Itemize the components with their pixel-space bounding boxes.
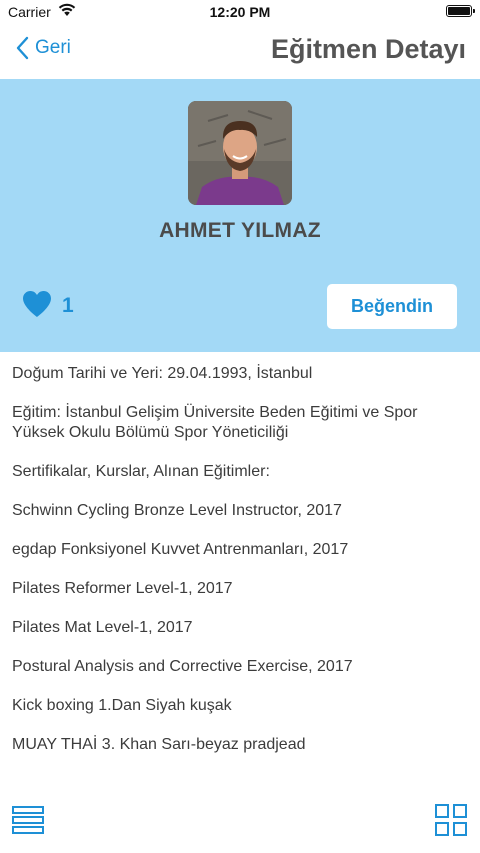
like-button[interactable]: Beğendin bbox=[327, 284, 457, 329]
detail-certificate: MUAY THAİ 3. Khan Sarı-beyaz pradjead bbox=[12, 736, 306, 753]
heart-icon[interactable] bbox=[22, 290, 52, 318]
status-bar: Carrier 12:20 PM bbox=[0, 0, 480, 24]
avatar bbox=[188, 101, 292, 205]
detail-certificate: Pilates Mat Level-1, 2017 bbox=[12, 619, 193, 636]
detail-certificate: Postural Analysis and Corrective Exercis… bbox=[12, 658, 353, 675]
chevron-left-icon bbox=[16, 36, 29, 60]
detail-certificates-heading: Sertifikalar, Kurslar, Alınan Eğitimler: bbox=[12, 463, 270, 480]
bottom-toolbar bbox=[0, 801, 480, 853]
like-count: 1 bbox=[62, 294, 74, 317]
detail-education: Eğitim: İstanbul Gelişim Üniversite Bede… bbox=[12, 404, 418, 441]
profile-header: AHMET YILMAZ 1 Beğendin bbox=[0, 79, 480, 352]
status-time: 12:20 PM bbox=[209, 4, 271, 20]
list-view-icon[interactable] bbox=[12, 805, 44, 835]
navigation-bar: Geri Eğitmen Detayı bbox=[0, 24, 480, 78]
detail-certificate: Schwinn Cycling Bronze Level Instructor,… bbox=[12, 502, 342, 519]
detail-certificate: Kick boxing 1.Dan Siyah kuşak bbox=[12, 697, 232, 714]
back-button[interactable]: Geri bbox=[16, 36, 71, 60]
trainer-name: AHMET YILMAZ bbox=[159, 219, 321, 242]
battery-icon bbox=[446, 5, 475, 17]
back-button-label: Geri bbox=[35, 37, 71, 58]
detail-birth: Doğum Tarihi ve Yeri: 29.04.1993, İstanb… bbox=[12, 365, 313, 382]
detail-certificate: egdap Fonksiyonel Kuvvet Antrenmanları, … bbox=[12, 541, 349, 558]
trainer-details: Doğum Tarihi ve Yeri: 29.04.1993, İstanb… bbox=[12, 364, 468, 774]
grid-view-icon[interactable] bbox=[434, 803, 468, 837]
page-title: Eğitmen Detayı bbox=[270, 34, 466, 64]
detail-certificate: Pilates Reformer Level-1, 2017 bbox=[12, 580, 233, 597]
avatar-photo bbox=[188, 101, 292, 205]
